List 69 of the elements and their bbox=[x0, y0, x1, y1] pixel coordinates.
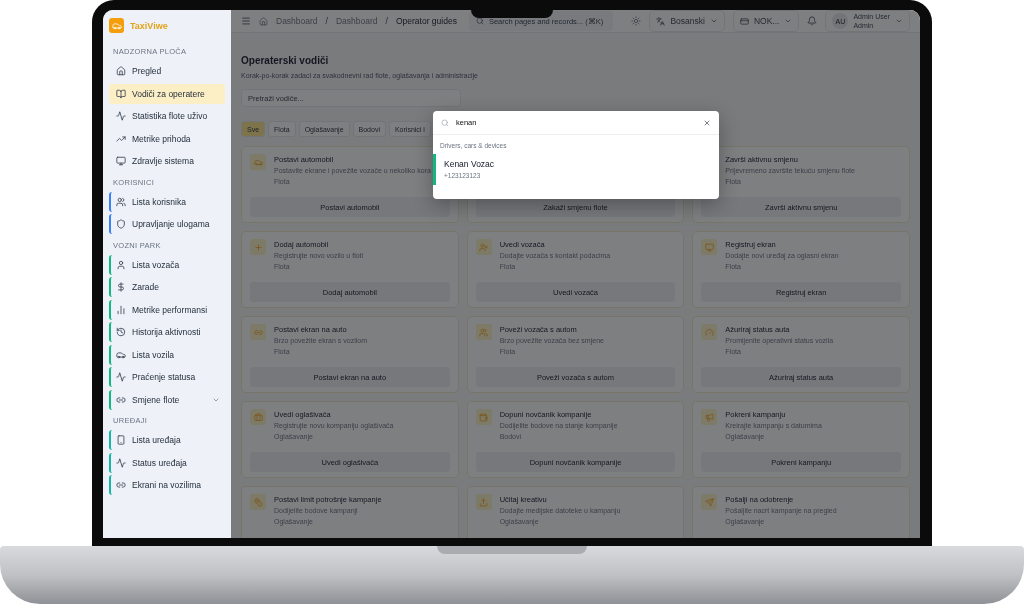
guide-icon bbox=[250, 154, 266, 170]
close-icon[interactable] bbox=[703, 118, 711, 127]
nav-icon bbox=[116, 394, 126, 405]
page-title: Operaterski vodiči bbox=[241, 55, 330, 67]
sidebar-item[interactable]: Metrike prihoda bbox=[109, 128, 225, 149]
guide-icon bbox=[250, 494, 266, 510]
breadcrumb-separator: / bbox=[325, 16, 328, 26]
sun-icon[interactable] bbox=[631, 16, 642, 26]
translate-icon bbox=[656, 16, 666, 26]
nav-icon bbox=[116, 196, 126, 207]
sidebar-item[interactable]: Status uređaja bbox=[109, 452, 225, 473]
chevron-icon bbox=[895, 17, 903, 25]
company-dropdown[interactable]: NOK... bbox=[732, 10, 800, 32]
bell-icon[interactable] bbox=[807, 16, 818, 26]
breadcrumb-link[interactable]: Dashboard bbox=[335, 16, 378, 26]
guide-icon bbox=[250, 409, 266, 425]
nav-icon bbox=[116, 88, 126, 99]
sidebar-item[interactable]: Vodiči za operatere bbox=[109, 83, 225, 104]
guide-icon bbox=[475, 494, 492, 510]
sidebar-item[interactable]: Zarade bbox=[109, 277, 225, 297]
nav-icon bbox=[116, 304, 126, 315]
language-dropdown[interactable]: Bosanski bbox=[649, 10, 725, 32]
breadcrumb-separator: / bbox=[385, 16, 388, 26]
sidebar-item[interactable]: Smjene flote bbox=[109, 389, 225, 410]
sidebar-item[interactable]: Statistika flote uživo bbox=[109, 106, 225, 126]
sidebar-item[interactable]: Metrike performansi bbox=[109, 299, 225, 320]
sidebar-item[interactable]: Lista korisnika bbox=[109, 191, 225, 212]
sidebar-item[interactable]: Lista vozača bbox=[109, 254, 225, 275]
guide-icon bbox=[250, 239, 266, 255]
breadcrumb-link[interactable]: Dashboard bbox=[276, 16, 318, 26]
nav-icon bbox=[116, 219, 126, 229]
guide-icon bbox=[475, 324, 492, 340]
guide-icon bbox=[701, 324, 718, 340]
nav-icon bbox=[116, 66, 126, 76]
nav-icon bbox=[116, 372, 126, 382]
search-icon bbox=[475, 17, 484, 25]
nav-icon bbox=[116, 480, 126, 490]
sidebar-item[interactable]: Praćenje statusa bbox=[109, 367, 225, 387]
card-icon bbox=[739, 16, 749, 26]
nav-icon bbox=[116, 282, 126, 292]
guide-icon bbox=[701, 494, 718, 510]
sidebar-item[interactable]: Zdravlje sistema bbox=[109, 151, 225, 171]
guide-icon bbox=[475, 409, 492, 425]
guide-icon bbox=[701, 409, 718, 425]
sidebar-item[interactable]: Historija aktivnosti bbox=[109, 322, 225, 342]
logo-icon bbox=[109, 18, 124, 33]
nav-icon bbox=[116, 327, 126, 337]
chevron-icon bbox=[709, 17, 718, 25]
nav-icon bbox=[116, 111, 126, 121]
sidebar-item[interactable]: Upravljanje ulogama bbox=[109, 214, 225, 234]
breadcrumb-link[interactable]: Operator guides bbox=[395, 16, 457, 26]
guide-icon bbox=[250, 324, 266, 340]
nav-icon bbox=[116, 133, 126, 144]
search-icon bbox=[441, 118, 449, 127]
sidebar-item[interactable]: Lista vozila bbox=[109, 344, 225, 365]
chevron-icon bbox=[784, 17, 793, 25]
guide-icon bbox=[701, 239, 718, 255]
nav-icon bbox=[116, 457, 126, 468]
home-icon bbox=[259, 16, 268, 26]
nav-icon bbox=[116, 435, 126, 445]
brand-name: TaxiViwe bbox=[130, 20, 168, 31]
sidebar-item[interactable]: Pregled bbox=[109, 61, 225, 81]
nav-icon bbox=[116, 349, 126, 360]
menu-icon[interactable] bbox=[241, 16, 251, 26]
guide-icon bbox=[475, 239, 492, 255]
sidebar-item[interactable]: Lista uređaja bbox=[109, 430, 225, 450]
sidebar-item[interactable]: Ekrani na vozilima bbox=[109, 475, 225, 495]
nav-icon bbox=[116, 259, 126, 270]
nav-icon bbox=[116, 156, 126, 166]
